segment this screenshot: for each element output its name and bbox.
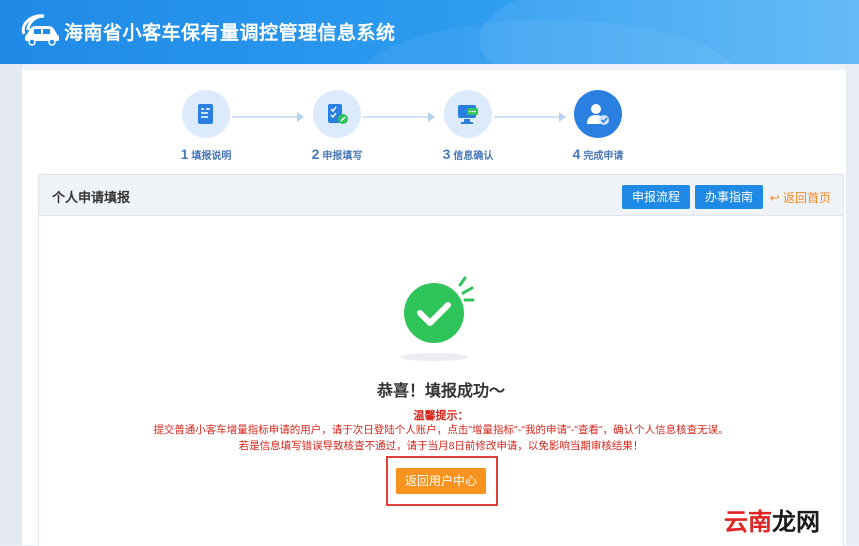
process-button[interactable]: 申报流程 <box>622 185 691 209</box>
tip-line-1: 提交普通小客车增量指标申请的用户，请于次日登陆个人账户，点击"增量指标"-"我的… <box>153 424 729 436</box>
card-title: 个人申请填报 <box>52 190 131 205</box>
step-confirm-info: 3 信息确认 <box>418 90 518 162</box>
step-circle-active <box>574 90 622 138</box>
success-heading: 恭喜！填报成功～ <box>376 383 505 400</box>
step-fill-instructions: 1 填报说明 <box>156 90 256 162</box>
tip-title: 温馨提示： <box>413 410 469 422</box>
step-circle <box>182 90 230 138</box>
step-label: 4 完成申请 <box>572 146 624 162</box>
monitor-chat-icon <box>458 105 478 124</box>
checklist-edit-icon <box>328 104 348 124</box>
back-home-link[interactable]: ↩ 返回首页 <box>770 189 831 206</box>
return-user-center-button[interactable]: 返回用户中心 <box>396 468 486 494</box>
watermark-logo: 云南龙网 <box>724 509 820 536</box>
step-circle <box>313 90 361 138</box>
step-label: 2 申报填写 <box>311 146 363 162</box>
card-header: 个人申请填报 申报流程 办事指南 ↩ 返回首页 <box>39 175 843 216</box>
step-label: 3 信息确认 <box>442 146 494 162</box>
guide-button[interactable]: 办事指南 <box>695 185 764 209</box>
main-panel: 1 填报说明 2 申报填写 3 信息确认 4 完成申请 个人申请填报 申报流程 … <box>22 70 846 546</box>
highlight-frame: 返回用户中心 <box>386 456 498 506</box>
step-label: 1 填报说明 <box>180 146 232 162</box>
app-title: 海南省小客车保有量调控管理信息系统 <box>64 23 396 44</box>
step-complete: 4 完成申请 <box>548 90 648 162</box>
car-logo-icon <box>21 14 59 46</box>
tip-line-2: 若是信息填写错误导致核查不通过，请于当月8日前修改申请，以免影响当期审核结果！ <box>238 440 644 452</box>
left-sidebar-strip <box>0 64 22 545</box>
back-home-label: 返回首页 <box>782 191 831 205</box>
right-scroll-strip <box>846 64 859 545</box>
document-icon <box>198 104 213 124</box>
user-check-icon <box>587 104 609 125</box>
success-check-icon <box>400 276 475 361</box>
step-circle <box>444 90 492 138</box>
step-fill-application: 2 申报填写 <box>287 90 387 162</box>
return-arrow-icon: ↩ <box>769 191 780 205</box>
application-card: 个人申请填报 申报流程 办事指南 ↩ 返回首页 恭喜！填报成功～ 温馨提示： 提… <box>38 174 844 546</box>
app-header: 海南省小客车保有量调控管理信息系统 <box>0 0 859 64</box>
